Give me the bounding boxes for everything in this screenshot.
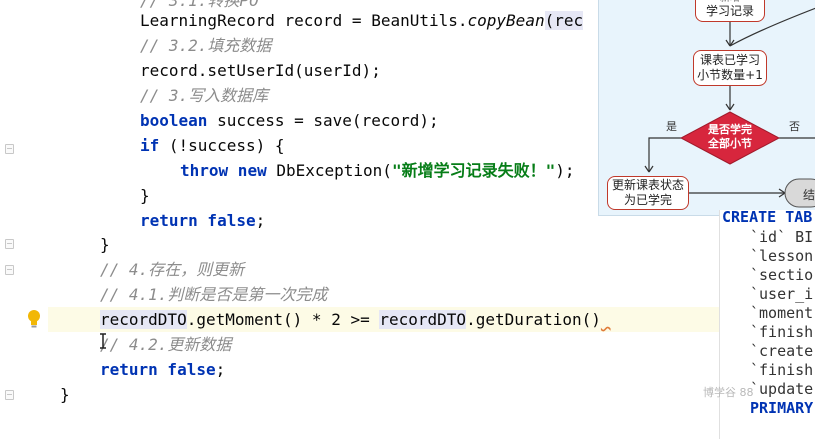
code-line: if (!success) { [140,136,285,155]
sql-create: CREATE TAB [722,208,813,226]
code-line: // 4.1.判断是否是第一次完成 [100,285,328,304]
code-line: } [140,186,150,205]
fold-marker-icon[interactable] [5,390,14,400]
sql-col: `update [750,380,814,398]
flow-box-update: 更新课表状态 为已学完 [607,176,689,210]
flow-no-label: 否 [789,120,800,133]
sql-col: `create [750,342,814,360]
flow-box-count: 课表已学习 小节数量+1 [693,50,767,86]
fold-marker-icon[interactable] [5,265,14,275]
fold-marker-icon[interactable] [5,239,14,249]
code-line: // 3.2.填充数据 [140,36,272,55]
flow-diamond-label: 是否学完 全部小节 [708,123,752,150]
text-cursor-icon [100,333,106,349]
editor-gutter [0,0,48,439]
sql-col: `finish [750,361,814,379]
code-line: record.setUserId(userId); [140,61,381,80]
flow-box-new-record: 新增 学习记录 [695,0,765,22]
code-line: // 3.写入数据库 [140,86,269,105]
fold-marker-icon[interactable] [5,144,14,154]
sql-col: `id` BI [750,228,814,246]
sql-col: `finish [750,323,814,341]
flowchart-image: 新增 学习记录 课表已学习 小节数量+1 是否学完 全部小节 是 否 更新课表状… [598,0,815,216]
lightbulb-icon[interactable] [27,309,41,329]
code-line: throw new DbException("新增学习记录失败！"); [180,161,575,180]
flow-yes-label: 是 [666,120,677,133]
sql-col: `sectio [750,266,814,284]
code-line: LearningRecord record = BeanUtils.copyBe… [140,11,584,30]
sql-col: `moment [750,304,814,322]
code-line-current[interactable]: recordDTO.getMoment() * 2 >= recordDTO.g… [100,307,611,332]
code-line: return false; [100,360,226,379]
flow-end-label: 结 [803,188,815,202]
sql-primary: PRIMARY [750,399,814,417]
code-line: } [100,235,110,254]
sql-col: `lesson [750,247,814,265]
code-line: boolean success = save(record); [140,111,439,130]
code-line: return false; [140,211,266,230]
code-line: // 4.存在，则更新 [100,260,245,279]
sql-panel: CREATE TAB `id` BI `lesson `sectio `user… [719,208,815,439]
code-line: // 4.2.更新数据 [100,335,232,354]
code-line: } [60,385,70,404]
watermark: 博学谷 88 [703,386,754,399]
sql-col: `user_i [750,285,814,303]
